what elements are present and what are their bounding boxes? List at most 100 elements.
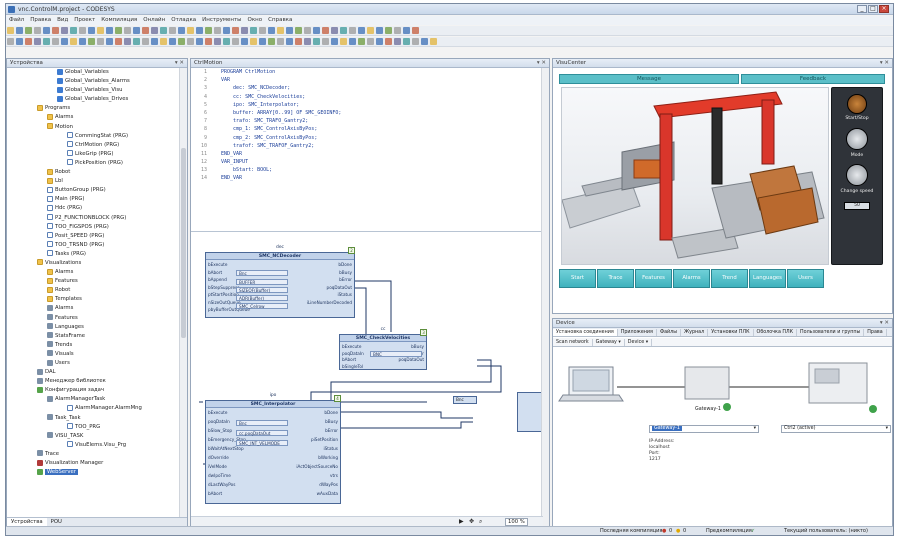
fb-output-pin[interactable]: wAuxData — [317, 491, 338, 496]
toolbar-button-icon[interactable] — [160, 38, 167, 45]
toolbar-button-icon[interactable] — [7, 38, 14, 45]
fb-input-pin[interactable]: bWaitAtNextStop — [208, 446, 244, 451]
tree-item[interactable]: Менеджер библиотек — [7, 377, 179, 386]
tree-item[interactable]: Task_Task — [7, 414, 179, 423]
fb-input-pin[interactable]: iVelMode — [208, 464, 227, 469]
fb-input-pin[interactable]: bAbort — [208, 491, 222, 496]
toolbar-button-icon[interactable] — [376, 27, 383, 34]
tree-item[interactable]: StatsFrame — [7, 332, 179, 341]
fb-input-pin[interactable]: poqDataIn — [208, 419, 230, 424]
toolbar-button-icon[interactable] — [385, 38, 392, 45]
fb-output-pin[interactable]: iStatus — [337, 292, 352, 297]
toolbar-button-icon[interactable] — [223, 27, 230, 34]
tree-item[interactable]: P2_FUNCTIONBLOCK (PRG) — [7, 214, 179, 223]
toolbar-button-icon[interactable] — [295, 27, 302, 34]
speed-knob[interactable] — [846, 164, 868, 186]
tree-item[interactable]: Global_Variables — [7, 68, 179, 77]
toolbar-button-icon[interactable] — [232, 27, 239, 34]
device-tab[interactable]: Установки ПЛК — [708, 329, 754, 336]
code-line[interactable]: 10 trafof: SMC_TRAFOF_Gantry2; — [191, 142, 541, 150]
tree-item[interactable]: CommingStat (PRG) — [7, 132, 179, 141]
code-line[interactable]: 2 VAR — [191, 76, 541, 84]
toolbar-button-icon[interactable] — [340, 38, 347, 45]
menu-build[interactable]: Компиляция — [98, 16, 140, 24]
toolbar-button-icon[interactable] — [160, 27, 167, 34]
toolbar-button-icon[interactable] — [79, 27, 86, 34]
fb-output-pin[interactable]: poqDataOut — [399, 357, 424, 362]
fb-output-pin[interactable]: poqDataOut — [327, 285, 352, 290]
toolbar-button-icon[interactable] — [241, 27, 248, 34]
fb-input-variable[interactable]: SMC_INT_VELMODE — [236, 439, 288, 446]
declaration-editor[interactable]: 1 PROGRAM CtrlMotion 2 VAR 3 dec: SMC_NCDeco… — [191, 68, 541, 226]
fb-interpolator[interactable]: 4 ipo SMC_Interpolator bExecute poqDataIn… — [205, 393, 341, 504]
toolbar-button-icon[interactable] — [106, 38, 113, 45]
device-tab[interactable]: Права — [864, 329, 887, 336]
fb-input-variable[interactable]: Bnc — [236, 419, 288, 426]
toolbar-button-icon[interactable] — [241, 38, 248, 45]
tree-item[interactable]: AlarmManagerTask — [7, 395, 179, 404]
toolbar-button-icon[interactable] — [430, 38, 437, 45]
toolbar-button-icon[interactable] — [214, 38, 221, 45]
toolbar-button-icon[interactable] — [178, 38, 185, 45]
device-tab[interactable]: Файлы — [657, 329, 681, 336]
fb-input-pin[interactable]: bAbort — [208, 270, 222, 275]
tree-item[interactable]: Visuals — [7, 350, 179, 359]
tree-item[interactable]: DAL — [7, 368, 179, 377]
toolbar-button-icon[interactable] — [43, 38, 50, 45]
zoom-select[interactable]: 100 % — [505, 518, 528, 526]
fb-output-pin[interactable]: bBusy — [411, 344, 424, 349]
toolbar-button-icon[interactable] — [133, 38, 140, 45]
editor-panel-controls[interactable]: ▾ ✕ — [537, 60, 546, 66]
toolbar-button-icon[interactable] — [142, 38, 149, 45]
panel-controls[interactable]: ▾ ✕ — [175, 60, 184, 66]
toolbar-button-icon[interactable] — [169, 38, 176, 45]
fb-output-pin[interactable]: bBusy — [325, 419, 338, 424]
zoom-tool-icon[interactable]: ⌕ — [479, 518, 482, 526]
fb-input-variable[interactable]: BNC — [370, 351, 422, 358]
visu-nav-button[interactable]: Trend — [711, 269, 748, 288]
device-tab[interactable]: Приложения — [618, 329, 657, 336]
fb-input-variable[interactable]: SIZEOF(Buffer) — [236, 286, 288, 293]
toolbar-button-icon[interactable] — [412, 27, 419, 34]
toolbar-button-icon[interactable] — [367, 38, 374, 45]
toolbar-button-icon[interactable] — [349, 27, 356, 34]
toolbar-button-icon[interactable] — [394, 38, 401, 45]
toolbar-button-icon[interactable] — [259, 38, 266, 45]
toolbar-button-icon[interactable] — [313, 38, 320, 45]
tree-item[interactable]: TOO_FIGSPOS (PRG) — [7, 223, 179, 232]
visu-nav-button[interactable]: Start — [559, 269, 596, 288]
fb-input-variable[interactable]: BUFFER — [236, 278, 288, 285]
visu-nav-button[interactable]: Features — [635, 269, 672, 288]
toolbar-button-icon[interactable] — [367, 27, 374, 34]
toolbar-button-icon[interactable] — [106, 27, 113, 34]
toolbar-button-icon[interactable] — [88, 27, 95, 34]
fb-next-block[interactable] — [517, 392, 541, 432]
tree-item[interactable]: Global_Variables_Drives — [7, 95, 179, 104]
toolbar-button-icon[interactable] — [331, 38, 338, 45]
toolbar-button-icon[interactable] — [232, 38, 239, 45]
mode-switch[interactable] — [846, 128, 868, 150]
toolbar-button-icon[interactable] — [313, 27, 320, 34]
fb-input-variable[interactable]: cc.poqDataOut — [236, 429, 288, 436]
toolbar-button-icon[interactable] — [331, 27, 338, 34]
tree-item[interactable]: Templates — [7, 295, 179, 304]
fb-output-pin[interactable]: bWorking — [318, 455, 338, 460]
tree-item[interactable]: Конфигурация задач — [7, 386, 179, 395]
code-line[interactable]: 1 PROGRAM CtrlMotion — [191, 68, 541, 76]
tree-item[interactable]: Robot — [7, 286, 179, 295]
menu-view[interactable]: Вид — [54, 16, 71, 24]
toolbar-button-icon[interactable] — [196, 27, 203, 34]
toolbar-button-icon[interactable] — [376, 38, 383, 45]
visu-panel-controls[interactable]: ▾ ✕ — [880, 60, 889, 66]
fb-decoder[interactable]: 2 dec SMC_NCDecoder bExecute bAbort bAppen… — [205, 245, 355, 318]
tree-item[interactable]: WebServer — [7, 468, 179, 477]
toolbar-button-icon[interactable] — [178, 27, 185, 34]
device-tab[interactable]: Журнал — [681, 329, 709, 336]
toolbar-button-icon[interactable] — [34, 27, 41, 34]
fb-output-pin[interactable]: vtrs — [330, 473, 338, 478]
fb-input-pin[interactable]: ptStartPosition — [208, 292, 239, 297]
toolbar-button-icon[interactable] — [277, 27, 284, 34]
toolbar-button-icon[interactable] — [412, 38, 419, 45]
fb-output-pin[interactable]: dWayPos — [319, 482, 338, 487]
tab-devices[interactable]: Устройства — [7, 518, 47, 526]
